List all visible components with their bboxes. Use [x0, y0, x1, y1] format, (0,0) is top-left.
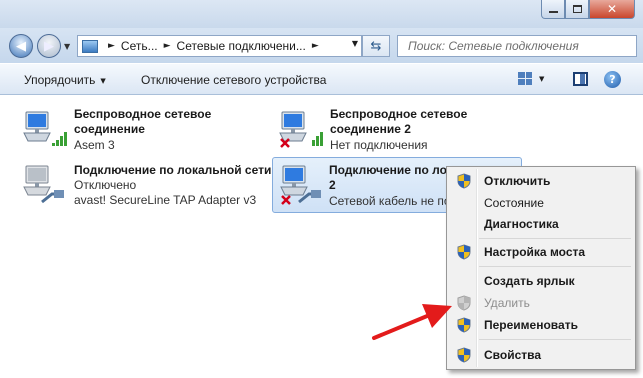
organize-label: Упорядочить: [24, 73, 96, 87]
minimize-icon: [548, 11, 558, 13]
connection-status: Asem 3: [74, 138, 115, 152]
connection-name: Подключение по лока 2: [329, 163, 460, 192]
address-bar[interactable]: ► Сеть... ► Сетевые подключени... ► ▼: [77, 35, 362, 57]
menu-item-properties[interactable]: Свойства: [449, 344, 633, 366]
menu-separator: [479, 266, 631, 267]
lan-network-icon: [280, 165, 321, 205]
chevron-down-icon: ▼: [539, 74, 545, 83]
menu-separator: [479, 339, 631, 340]
refresh-button[interactable]: ⇆: [362, 35, 390, 57]
back-arrow-icon: ◀: [16, 38, 26, 54]
context-menu: Отключить Состояние Диагностика Настройк…: [446, 166, 636, 370]
change-view-icon: [518, 72, 532, 85]
uac-shield-icon: [457, 347, 471, 363]
command-bar: Упорядочить ▼ Отключение сетевого устройс…: [0, 63, 643, 95]
connection-name: Беспроводное сетевое соединение 2: [330, 107, 468, 136]
connection-adapter: avast! SecureLine TAP Adapter v3: [74, 193, 257, 207]
connection-lan-1[interactable]: Подключение по локальной сети Отключено …: [18, 158, 271, 214]
recent-pages-dropdown[interactable]: ▼: [64, 42, 70, 51]
uac-shield-icon: [457, 173, 471, 189]
menu-separator: [479, 238, 631, 239]
red-arrow-annotation: [372, 304, 452, 340]
breadcrumb-separator[interactable]: ►: [312, 41, 319, 51]
disable-device-button[interactable]: Отключение сетевого устройства: [141, 73, 326, 87]
uac-shield-icon: [457, 244, 471, 260]
menu-item-status[interactable]: Состояние: [449, 192, 633, 214]
connection-status: Нет подключения: [330, 138, 428, 152]
address-row: ◀ ▶ ▼ ► Сеть... ► Сетевые подключени... …: [0, 28, 643, 63]
forward-arrow-icon: ▶: [44, 38, 54, 54]
connection-status: Сетевой кабель не по: [329, 194, 451, 208]
disable-device-label: Отключение сетевого устройства: [141, 73, 327, 87]
menu-item-bridge[interactable]: Настройка моста: [449, 241, 633, 263]
wireless-network-icon: [279, 111, 323, 148]
breadcrumb-network[interactable]: Сеть...: [121, 39, 158, 53]
close-icon: ✕: [606, 2, 618, 16]
minimize-button[interactable]: [541, 0, 565, 19]
maximize-button[interactable]: [565, 0, 589, 19]
preview-pane-icon[interactable]: [573, 72, 588, 86]
menu-item-create-shortcut[interactable]: Создать ярлык: [449, 270, 633, 292]
connection-name: Подключение по локальной сети: [74, 163, 272, 177]
menu-item-delete[interactable]: Удалить: [449, 292, 633, 314]
help-icon[interactable]: ?: [604, 71, 621, 88]
menu-item-rename[interactable]: Переименовать: [449, 314, 633, 336]
lan-network-icon: [23, 165, 64, 204]
window-controls: ✕: [541, 0, 635, 19]
breadcrumb-separator[interactable]: ►: [164, 41, 171, 51]
connection-status: Отключено: [74, 178, 137, 192]
connection-wireless-1[interactable]: Беспроводное сетевое соединение Asem 3: [18, 102, 258, 158]
wireless-network-icon: [23, 111, 67, 146]
breadcrumb-network-connections[interactable]: Сетевые подключени...: [177, 39, 306, 53]
connection-name: Беспроводное сетевое соединение: [74, 107, 212, 136]
search-input[interactable]: [408, 39, 636, 53]
address-dropdown-icon[interactable]: ▼: [352, 39, 358, 48]
title-bar: ✕: [0, 0, 643, 28]
chevron-down-icon: ▼: [100, 77, 106, 85]
refresh-icon: ⇆: [370, 38, 382, 54]
forward-button[interactable]: ▶: [37, 34, 61, 58]
close-button[interactable]: ✕: [589, 0, 635, 19]
back-button[interactable]: ◀: [9, 34, 33, 58]
connection-wireless-2[interactable]: Беспроводное сетевое соединение 2 Нет по…: [274, 102, 514, 158]
menu-item-disable[interactable]: Отключить: [449, 170, 633, 192]
maximize-icon: [572, 5, 582, 13]
organize-button[interactable]: Упорядочить ▼: [24, 73, 106, 87]
menu-item-diagnose[interactable]: Диагностика: [449, 213, 633, 235]
search-box[interactable]: [397, 35, 637, 57]
change-view-button[interactable]: ▼: [518, 72, 544, 85]
breadcrumb-separator[interactable]: ►: [108, 41, 115, 51]
network-folder-icon: [82, 39, 98, 53]
